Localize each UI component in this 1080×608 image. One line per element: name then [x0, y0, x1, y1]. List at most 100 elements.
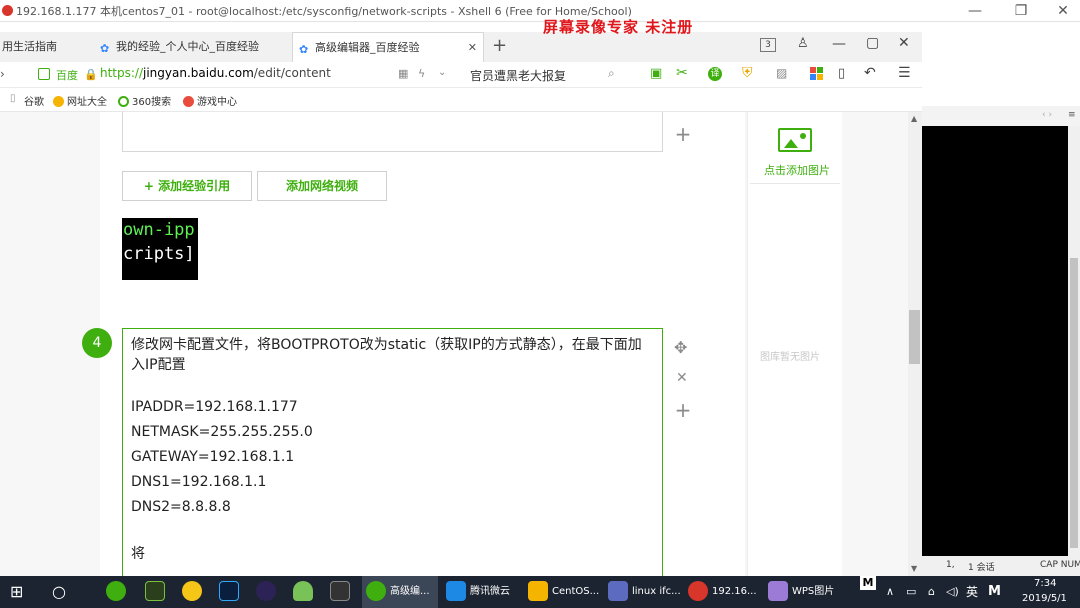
search-input[interactable]: 官员遭黑老大报复	[470, 67, 566, 84]
scroll-up-icon[interactable]: ▲	[911, 114, 917, 123]
close-browser-icon[interactable]: ✕	[898, 35, 910, 51]
add-reference-button[interactable]: + 添加经验引用	[122, 171, 252, 201]
scroll-thumb[interactable]	[909, 310, 920, 364]
xshell-terminal[interactable]	[922, 126, 1080, 556]
tab-advanced-editor[interactable]: ✿ 高级编辑器_百度经验 ✕	[292, 32, 484, 62]
photoshop-icon[interactable]	[219, 576, 243, 608]
android-icon[interactable]	[293, 576, 317, 608]
recorder-watermark: 屏幕录像专家 未注册	[543, 18, 694, 36]
empty-gallery-label: 图库暂无图片	[760, 352, 820, 363]
bookmark-hao123[interactable]: 网址大全	[53, 93, 107, 108]
hao123-icon	[53, 96, 64, 107]
tab-menu-icon[interactable]: ≡	[1068, 110, 1076, 120]
windows-start-icon[interactable]: ⊞	[10, 576, 23, 608]
tab-scroll-icon[interactable]: ‹ ›	[1042, 110, 1052, 120]
xshell-icon	[688, 581, 708, 601]
tab-count-badge[interactable]: 3	[760, 38, 776, 52]
xshell-title-bar: 192.168.1.177 本机centos7_01 - root@localh…	[0, 0, 1080, 22]
browser-icon	[366, 581, 386, 601]
chevron-down-icon[interactable]: ⌄	[438, 67, 446, 78]
qr-icon[interactable]: ▦	[398, 67, 408, 80]
page-content: + + 添加经验引用 添加网络视频 own-ipp cripts] 4 修改网卡…	[0, 112, 908, 576]
tray-up-icon[interactable]: ∧	[886, 576, 894, 608]
taskbar-centos[interactable]: CentOS...	[524, 576, 600, 608]
restore-icon[interactable]: ❐	[1006, 0, 1036, 22]
forward-icon[interactable]: ›	[0, 67, 5, 81]
move-step-icon[interactable]: ✥	[674, 338, 687, 357]
cortana-icon[interactable]: ○	[52, 576, 66, 608]
taskbar-browser[interactable]: 高级编...	[362, 576, 438, 608]
dreamweaver-icon[interactable]	[145, 576, 169, 608]
add-image-icon	[778, 128, 812, 152]
taskbar-app-yellow-icon[interactable]	[182, 576, 206, 608]
menu-icon[interactable]: ☰	[898, 65, 911, 81]
taskbar-xshell[interactable]: 192.16...	[684, 576, 762, 608]
tab-my-experience[interactable]: ✿ 我的经验_个人中心_百度经验	[100, 32, 290, 62]
translate-icon[interactable]: 译	[708, 67, 722, 81]
step-4-textbox[interactable]: 修改网卡配置文件，将BOOTPROTO改为static（获取IP的方式静态），在…	[122, 328, 663, 576]
bookmark-360-search[interactable]: 360搜索	[118, 93, 171, 108]
terminal-screenshot-thumbnail[interactable]: own-ipp cripts]	[122, 218, 198, 280]
volume-icon[interactable]: ◁)	[946, 576, 959, 608]
shirt-icon[interactable]: ♙	[797, 36, 809, 51]
eclipse-icon[interactable]	[256, 576, 280, 608]
new-tab-icon[interactable]: +	[492, 35, 507, 56]
bookmark-google[interactable]: 谷歌	[24, 93, 44, 108]
cloud-icon	[446, 581, 466, 601]
tab-bar: 用生活指南 ✿ 我的经验_个人中心_百度经验 ✿ 高级编辑器_百度经验 ✕ + 3 …	[0, 32, 922, 62]
terminal-taskbar-icon[interactable]	[330, 576, 354, 608]
scroll-down-icon[interactable]: ▼	[911, 564, 917, 573]
minimize-browser-icon[interactable]: —	[832, 36, 846, 52]
xshell-logo-icon	[2, 5, 13, 16]
url-path: /edit/content	[253, 66, 331, 80]
undo-icon[interactable]: ↶	[864, 65, 876, 81]
m-tray-icon[interactable]: M	[860, 576, 876, 590]
minimize-icon[interactable]: —	[960, 0, 990, 22]
tab-life-guide[interactable]: 用生活指南	[0, 32, 92, 62]
clock-time[interactable]: 7:34	[1034, 578, 1056, 589]
add-step-icon[interactable]: +	[673, 122, 693, 146]
search-icon[interactable]: ⌕	[608, 66, 615, 81]
shield-icon[interactable]: ⛨	[742, 65, 753, 81]
taskbar-weiyun[interactable]: 腾讯微云	[442, 576, 522, 608]
site-name: 百度	[56, 69, 78, 82]
m-ime-icon[interactable]: M	[988, 576, 1001, 608]
terminal-scroll-thumb[interactable]	[1070, 258, 1078, 548]
thumb-line: cripts]	[123, 244, 195, 264]
lightning-icon[interactable]: ϟ	[418, 67, 425, 80]
insert-step-icon[interactable]: +	[673, 398, 693, 422]
taskbar-360-icon[interactable]	[106, 576, 130, 608]
taskbar-wps-image[interactable]: WPS图片	[764, 576, 844, 608]
xshell-window-title: 192.168.1.177 本机centos7_01 - root@localh…	[16, 5, 632, 18]
terminal-scrollbar[interactable]	[1068, 126, 1080, 556]
config-line: DNS1=192.168.1.1	[131, 474, 267, 490]
maximize-browser-icon[interactable]: ▢	[866, 35, 879, 51]
scissors-icon[interactable]: ✂	[676, 65, 688, 81]
reader-icon[interactable]: ▣	[650, 66, 662, 81]
bookmark-game-center[interactable]: 游戏中心	[183, 93, 237, 108]
config-line: NETMASK=255.255.255.0	[131, 424, 313, 440]
delete-step-icon[interactable]: ✕	[676, 370, 688, 386]
tab-close-icon[interactable]: ✕	[468, 33, 477, 63]
ime-indicator[interactable]: 英	[966, 576, 978, 608]
windows-taskbar: ⊞ ○ 高级编... 腾讯微云 CentOS... linux ifc... 1…	[0, 576, 1080, 608]
close-icon[interactable]: ✕	[1048, 0, 1078, 22]
page-scrollbar[interactable]: ▲ ▼	[908, 112, 922, 576]
network-icon[interactable]: ⌂	[928, 576, 935, 608]
battery-icon[interactable]: ▭	[906, 576, 916, 608]
image-sidebar: 点击添加图片 图库暂无图片	[747, 112, 842, 576]
apps-grid-icon[interactable]	[810, 67, 824, 81]
image-tool-icon[interactable]: ▨	[776, 66, 787, 80]
add-image-button[interactable]: 点击添加图片	[750, 114, 840, 184]
clock-date[interactable]: 2019/5/1	[1022, 593, 1067, 604]
tab-label: 高级编辑器_百度经验	[315, 41, 420, 54]
config-line: DNS2=8.8.8.8	[131, 499, 231, 515]
url-field[interactable]: https://jingyan.baidu.com/edit/content	[100, 66, 331, 80]
cursor-position: 1,	[946, 560, 955, 570]
add-video-button[interactable]: 添加网络视频	[257, 171, 387, 201]
baidu-paw-icon: ✿	[100, 42, 110, 55]
previous-step-textbox[interactable]	[122, 112, 663, 152]
phone-icon[interactable]: ▯	[838, 66, 845, 81]
session-count: 1 会话	[968, 563, 995, 573]
taskbar-linux-ifc[interactable]: linux ifc...	[604, 576, 682, 608]
